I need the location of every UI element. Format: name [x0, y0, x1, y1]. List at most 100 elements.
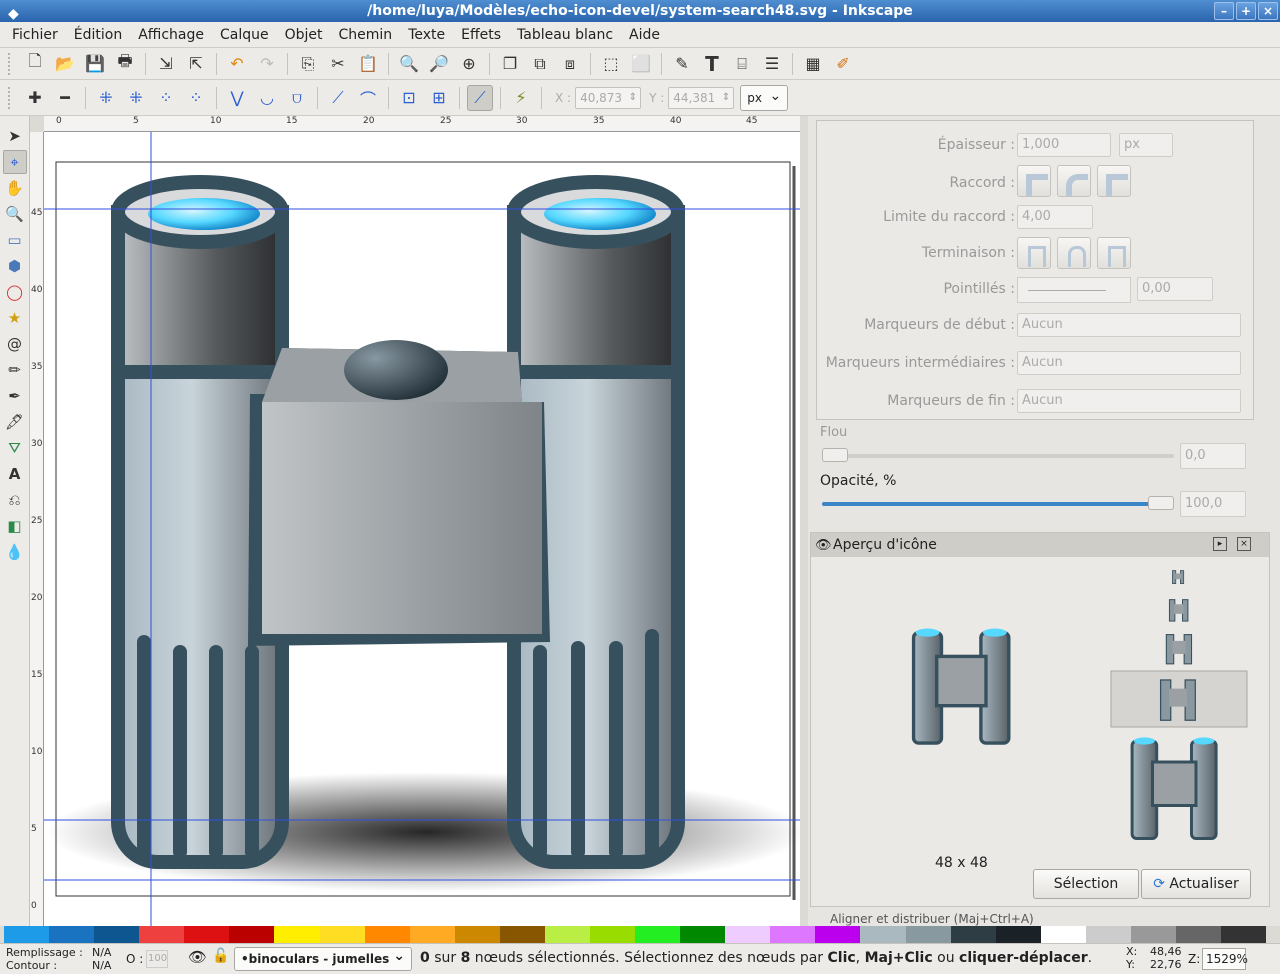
menu-file[interactable]: Fichier	[4, 27, 66, 43]
blur-input[interactable]: 0,0	[1180, 443, 1246, 469]
butt-cap-icon[interactable]	[1017, 237, 1051, 269]
menu-edit[interactable]: Édition	[66, 27, 130, 43]
zoom-input[interactable]: 1529%	[1202, 948, 1248, 970]
unit-select[interactable]: px	[740, 84, 789, 111]
minimize-button[interactable]: –	[1214, 2, 1234, 20]
copy-icon[interactable]: ⎘	[295, 51, 321, 77]
horizontal-ruler[interactable]: 0 5 10 15 20 25 30 35 40 45	[44, 116, 800, 132]
panel-arrow-icon[interactable]: ▸	[1213, 537, 1227, 551]
color-swatch[interactable]	[139, 926, 185, 943]
path-effect-icon[interactable]: ⚡	[508, 85, 534, 111]
menu-object[interactable]: Objet	[277, 27, 331, 43]
focus-knob[interactable]	[344, 340, 448, 400]
connector-tool-icon[interactable]: ⎌	[3, 488, 27, 512]
join-nodes-icon[interactable]: ⁜	[93, 85, 119, 111]
refresh-button[interactable]: ⟳ Actualiser	[1141, 869, 1251, 899]
color-swatch[interactable]	[1085, 926, 1131, 943]
binoculars-drawing[interactable]	[44, 132, 800, 926]
node-tool-icon[interactable]: ⌖	[2, 150, 27, 174]
vertical-ruler[interactable]: 45 40 35 30 25 20 15 10 5 0	[30, 132, 44, 926]
color-swatch[interactable]	[905, 926, 951, 943]
color-swatch[interactable]	[635, 926, 681, 943]
undo-icon[interactable]: ↶	[224, 51, 250, 77]
stroke-value[interactable]: N/A	[92, 959, 111, 972]
zoom-selection-icon[interactable]: 🔍	[396, 51, 422, 77]
selection-button[interactable]: Sélection	[1033, 869, 1139, 899]
zoom-drawing-icon[interactable]: 🔎	[426, 51, 452, 77]
mid-marker-select[interactable]: Aucun	[1017, 351, 1241, 375]
miter-limit-input[interactable]: 4,00	[1017, 205, 1093, 229]
open-folder-icon[interactable]: 📂	[52, 51, 78, 77]
stroke-width-input[interactable]: 1,000	[1017, 133, 1111, 157]
selector-tool-icon[interactable]: ➤	[3, 124, 27, 148]
dash-offset-input[interactable]: 0,00	[1137, 277, 1213, 301]
square-cap-icon[interactable]	[1097, 237, 1131, 269]
color-swatch[interactable]	[860, 926, 906, 943]
stroke-to-path-icon[interactable]: ⊞	[426, 85, 452, 111]
start-marker-select[interactable]: Aucun	[1017, 313, 1241, 337]
ellipse-tool-icon[interactable]: ◯	[3, 280, 27, 304]
clone-icon[interactable]: ⧉	[527, 51, 553, 77]
paste-icon[interactable]: 📋	[355, 51, 381, 77]
symmetric-node-icon[interactable]: ⩌	[284, 85, 310, 111]
maximize-button[interactable]: +	[1236, 2, 1256, 20]
xml-editor-icon[interactable]: ⌸	[729, 51, 755, 77]
y-coordinate-input[interactable]: 44,381	[668, 86, 735, 109]
duplicate-icon[interactable]: ❐	[497, 51, 523, 77]
left-lens[interactable]	[148, 198, 260, 230]
color-swatch[interactable]	[1221, 926, 1267, 943]
break-path-icon[interactable]: ⁜	[123, 85, 149, 111]
blur-slider-knob[interactable]	[822, 448, 848, 462]
gradient-tool-icon[interactable]: ◧	[3, 514, 27, 538]
toolbar-grip[interactable]	[8, 86, 14, 109]
color-swatch[interactable]	[274, 926, 320, 943]
redo-icon[interactable]: ↷	[254, 51, 280, 77]
drawing-canvas[interactable]	[44, 132, 800, 926]
zoom-page-icon[interactable]: ⊕	[456, 51, 482, 77]
color-swatch[interactable]	[364, 926, 410, 943]
spiral-tool-icon[interactable]: @	[3, 332, 27, 356]
menu-text[interactable]: Texte	[400, 27, 453, 43]
color-swatch[interactable]	[770, 926, 816, 943]
end-marker-select[interactable]: Aucun	[1017, 389, 1241, 413]
bevel-join-icon[interactable]	[1097, 165, 1131, 197]
fill-stroke-icon[interactable]: ✎	[669, 51, 695, 77]
color-swatch[interactable]	[409, 926, 455, 943]
color-swatch[interactable]	[995, 926, 1041, 943]
menu-path[interactable]: Chemin	[331, 27, 401, 43]
new-document-icon[interactable]: 🗋	[22, 51, 48, 77]
miter-join-icon[interactable]	[1017, 165, 1051, 197]
layer-visibility-eye-icon[interactable]: 👁	[188, 948, 207, 966]
color-swatch[interactable]	[590, 926, 636, 943]
cusp-node-icon[interactable]: ⋁	[224, 85, 250, 111]
rectangle-tool-icon[interactable]: ▭	[3, 228, 27, 252]
text-font-icon[interactable]: T	[699, 51, 725, 77]
x-coordinate-input[interactable]: 40,873	[575, 86, 642, 109]
ungroup-icon[interactable]: ⬜	[628, 51, 654, 77]
opacity-slider[interactable]	[822, 496, 1174, 510]
menu-whiteboard[interactable]: Tableau blanc	[509, 27, 621, 43]
pen-tool-icon[interactable]: ✒	[3, 384, 27, 408]
delete-segment-icon[interactable]: ⁘	[183, 85, 209, 111]
delete-node-icon[interactable]: ━	[52, 85, 78, 111]
dash-pattern-select[interactable]	[1017, 277, 1131, 303]
toolbar-grip[interactable]	[8, 52, 14, 75]
color-swatch[interactable]	[544, 926, 591, 943]
color-swatch[interactable]	[499, 926, 545, 943]
blur-slider[interactable]	[822, 448, 1174, 462]
3d-box-tool-icon[interactable]: ⬢	[3, 254, 27, 278]
calligraphy-tool-icon[interactable]: 🖋	[3, 410, 27, 434]
smooth-node-icon[interactable]: ◡	[254, 85, 280, 111]
color-swatch[interactable]	[815, 926, 861, 943]
show-handles-icon[interactable]: ⟋	[467, 84, 493, 111]
color-swatch[interactable]	[680, 926, 726, 943]
opacity-input[interactable]: 100,0	[1180, 491, 1246, 517]
round-cap-icon[interactable]	[1057, 237, 1091, 269]
object-to-path-icon[interactable]: ⊡	[396, 85, 422, 111]
color-swatch[interactable]	[454, 926, 500, 943]
align-panel-header[interactable]: Aligner et distribuer (Maj+Ctrl+A)	[810, 912, 1270, 926]
fill-value[interactable]: N/A	[92, 946, 111, 959]
export-icon[interactable]: ⇱	[183, 51, 209, 77]
insert-node-icon[interactable]: ✚	[22, 85, 48, 111]
print-icon[interactable]: 🖶	[112, 51, 138, 77]
